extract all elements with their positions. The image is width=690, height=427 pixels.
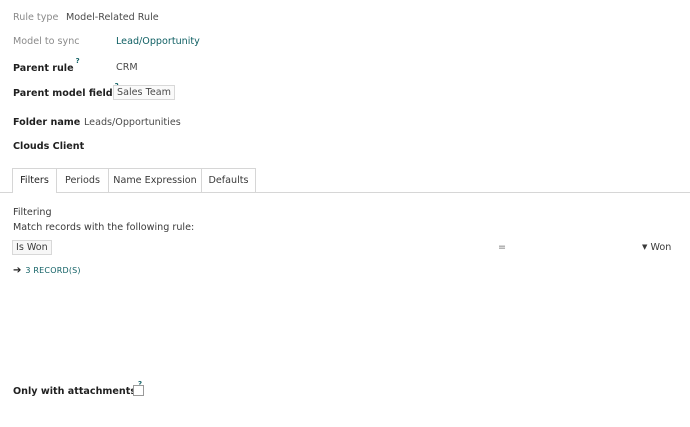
condition-field[interactable]: Is Won [12,240,52,255]
only-attachments-checkbox[interactable] [133,385,144,396]
folder-name-label: Folder name [13,117,81,128]
condition-operator[interactable]: = [498,242,506,253]
condition-value[interactable]: ▼ Won [642,242,671,253]
match-rule-text: Match records with the following rule: [13,222,195,233]
model-to-sync-label: Model to sync [13,36,80,47]
tab-periods[interactable]: Periods [56,168,109,192]
folder-name-value[interactable]: Leads/Opportunities [84,117,181,128]
tab-filters[interactable]: Filters [12,168,57,193]
tab-name-expression[interactable]: Name Expression [108,168,202,192]
filtering-title: Filtering [13,207,52,218]
condition-value-text: Won [650,242,672,253]
model-to-sync-link[interactable]: Lead/Opportunity [116,36,200,47]
parent-rule-label-text: Parent rule [13,63,74,75]
parent-model-field-label: Parent model field? [13,82,119,100]
rule-type-value[interactable]: Model-Related Rule [66,12,159,23]
records-link[interactable]: ➔ 3 RECORD(S) [13,265,81,276]
rule-type-label: Rule type [13,12,59,23]
tab-defaults[interactable]: Defaults [201,168,256,192]
records-count[interactable]: 3 RECORD(S) [25,266,80,275]
parent-model-field-label-text: Parent model field [13,88,113,100]
arrow-right-icon: ➔ [13,265,22,276]
clouds-client-label: Clouds Client [13,141,85,152]
parent-rule-label: Parent rule? [13,57,80,75]
only-attachments-label-text: Only with attachments [13,386,137,398]
only-attachments-label: Only with attachments? [13,380,142,398]
parent-model-field-value[interactable]: Sales Team [113,85,175,100]
parent-rule-value[interactable]: CRM [116,62,138,73]
help-icon[interactable]: ? [76,57,80,65]
tab-bar: Filters Periods Name Expression Defaults [0,168,690,193]
caret-down-icon[interactable]: ▼ [642,243,647,251]
